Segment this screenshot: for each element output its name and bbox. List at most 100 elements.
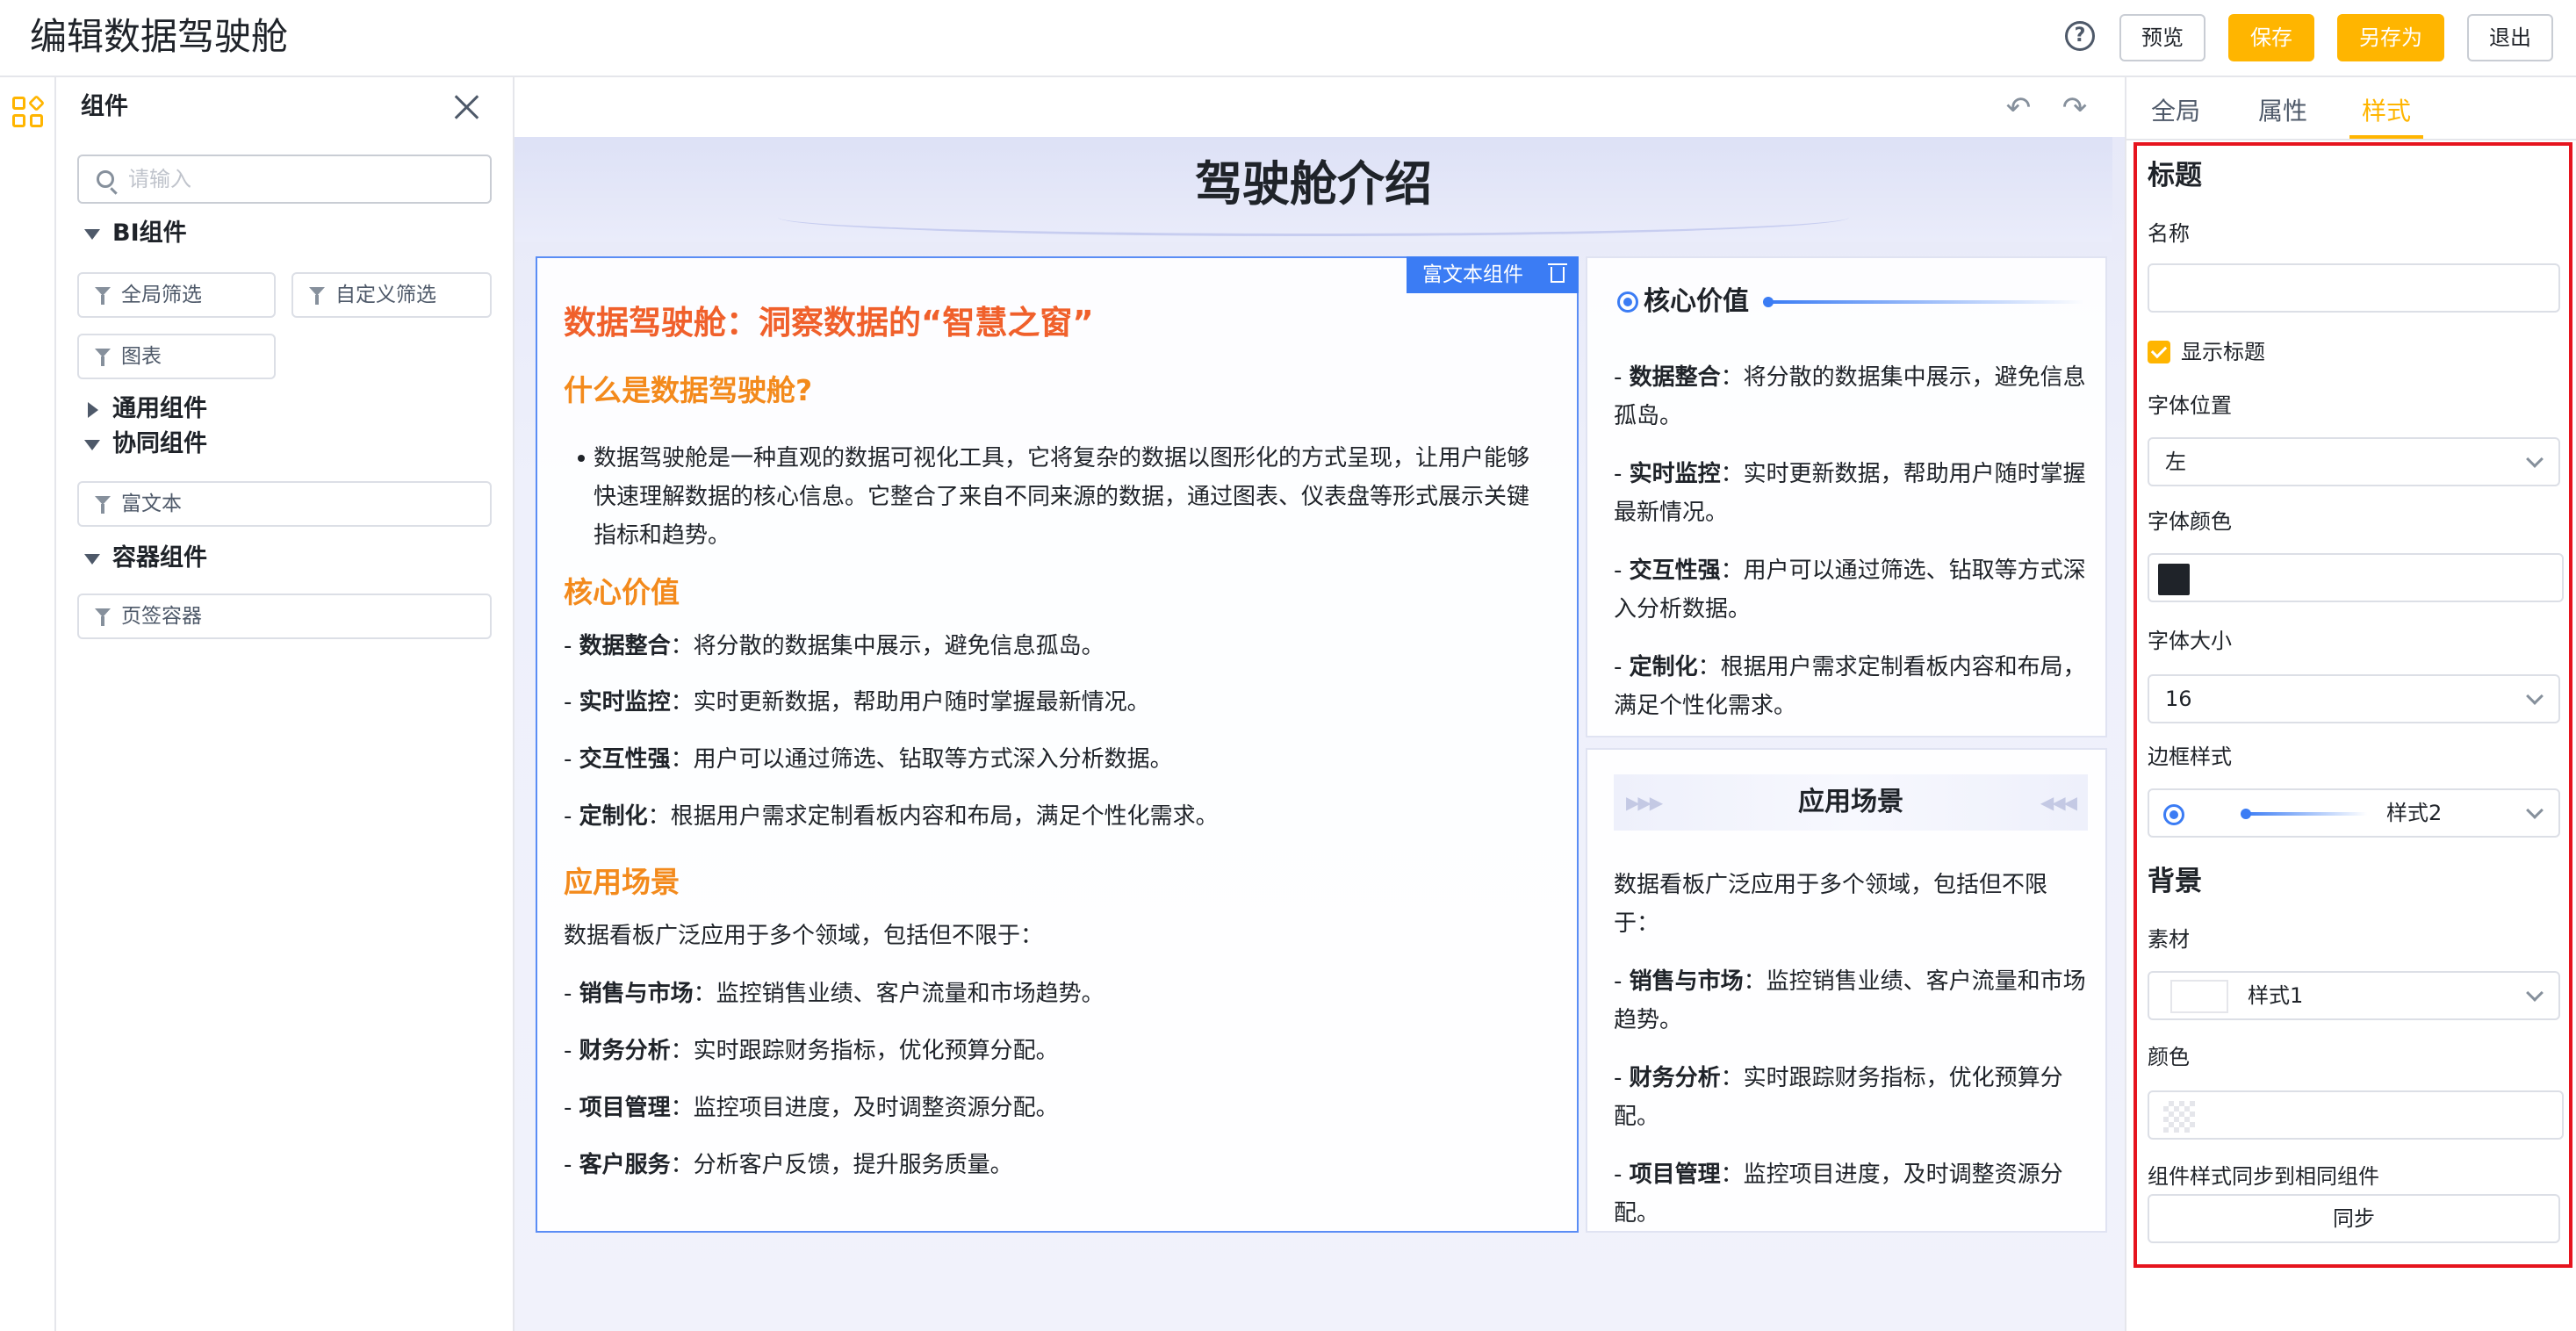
material-preview [2170,980,2228,1013]
rich-bullet: 数据驾驶舱是一种直观的数据可视化工具，它将复杂的数据以图形化的方式呈现，让用户能… [578,439,1542,555]
rich-value-item: - 定制化：根据用户需求定制看板内容和布局，满足个性化需求。 [564,803,1219,830]
rich-scene-item: - 项目管理：监控项目进度，及时调整资源分配。 [564,1095,1059,1121]
section-title-heading: 标题 [2148,160,2202,191]
help-icon[interactable]: ? [2065,21,2095,51]
transparent-swatch [2163,1101,2195,1133]
group-collab[interactable]: 协同组件 [84,428,207,460]
rich-scene-intro: 数据看板广泛应用于多个领域，包括但不限于： [564,923,1044,949]
active-tab-indicator [2349,135,2423,139]
color-label: 颜色 [2148,1045,2190,1069]
scene-card[interactable]: ▶▶▶ 应用场景 ◀◀◀ 数据看板广泛应用于多个领域，包括但不限于： - 销售与… [1586,748,2107,1233]
dashboard-canvas[interactable]: 驾驶舱介绍 富文本组件 数据驾驶舱：洞察数据的“智慧之窗” 什么是数据驾驶舱? … [514,137,2125,1331]
group-general[interactable]: 通用组件 [84,393,207,425]
card-title-bar: ▶▶▶ 应用场景 ◀◀◀ [1614,774,2088,831]
properties-panel: 全局 属性 样式 标题 名称 显示标题 字体位置 左 字体颜色 字体大小 16 … [2125,77,2576,1331]
editor-canvas-area: ↶ ↷ 驾驶舱介绍 富文本组件 数据驾驶舱：洞察数据的“智慧之窗” 什么是数据驾… [514,77,2125,1331]
preview-button[interactable]: 预览 [2119,14,2205,61]
material-label: 素材 [2148,927,2190,952]
tab-divider [2126,139,2576,140]
border-style-label: 边框样式 [2148,745,2232,769]
undo-icon[interactable]: ↶ [2004,93,2033,123]
group-container[interactable]: 容器组件 [84,543,207,574]
filter-icon [95,287,111,305]
filter-icon [95,608,111,626]
font-size-select[interactable]: 16 [2148,674,2560,723]
card-item: - 交互性强：用户可以通过筛选、钻取等方式深入分析数据。 [1614,558,2086,622]
exit-button[interactable]: 退出 [2467,14,2553,61]
font-position-label: 字体位置 [2148,393,2232,418]
rich-subheading-value: 核心价值 [564,575,680,609]
material-select[interactable]: 样式1 [2148,971,2560,1020]
card-item: - 定制化：根据用户需求定制看板内容和布局，满足个性化需求。 [1614,654,2086,719]
component-custom-filter[interactable]: 自定义筛选 [291,272,492,318]
card-title: 应用场景 [1798,787,1903,817]
caret-down-icon [84,439,100,450]
rich-value-item: - 数据整合：将分散的数据集中展示，避免信息孤岛。 [564,633,1105,659]
app-title: 编辑数据驾驶舱 [30,15,289,58]
rich-scene-item: - 销售与市场：监控销售业绩、客户流量和市场趋势。 [564,981,1105,1007]
card-item: - 数据整合：将分散的数据集中展示，避免信息孤岛。 [1614,364,2086,429]
component-chart[interactable]: 图表 [77,334,276,379]
rich-subheading-what: 什么是数据驾驶舱? [564,373,813,407]
rich-value-item: - 实时监控：实时更新数据，帮助用户随时掌握最新情况。 [564,689,1150,716]
chevron-down-icon [2526,802,2544,819]
sync-label: 组件样式同步到相同组件 [2148,1164,2379,1189]
trash-icon[interactable] [1548,263,1567,283]
rich-value-item: - 交互性强：用户可以通过筛选、钻取等方式深入分析数据。 [564,746,1173,773]
background-color-picker[interactable] [2148,1090,2564,1140]
caret-down-icon [84,228,100,240]
section-background-heading: 背景 [2148,866,2202,897]
save-button[interactable]: 保存 [2228,14,2314,61]
font-size-label: 字体大小 [2148,629,2232,653]
show-title-label: 显示标题 [2181,340,2265,364]
color-swatch [2158,564,2190,595]
card-item: - 销售与市场：监控销售业绩、客户流量和市场趋势。 [1614,968,2086,1033]
tab-attributes[interactable]: 属性 [2258,90,2307,133]
rich-scene-item: - 财务分析：实时跟踪财务指标，优化预算分配。 [564,1038,1059,1064]
canvas-title: 驾驶舱介绍 [1195,156,1432,212]
component-tab-container[interactable]: 页签容器 [77,594,492,639]
name-field[interactable] [2148,263,2560,313]
font-position-select[interactable]: 左 [2148,437,2560,486]
font-color-label: 字体颜色 [2148,509,2232,534]
left-rail [0,77,56,1331]
sync-button[interactable]: 同步 [2148,1194,2560,1243]
card-title: 核心价值 [1644,286,1749,317]
group-bi[interactable]: BI组件 [84,218,187,249]
panel-title: 组件 [81,93,128,120]
show-title-checkbox[interactable] [2148,341,2170,363]
chevron-down-icon [2526,687,2544,705]
border-style-select[interactable]: 样式2 [2148,788,2560,838]
arrow-left-decoration-icon: ◀◀◀ [2040,792,2077,813]
tab-global[interactable]: 全局 [2151,90,2200,133]
caret-right-icon [88,401,98,418]
tab-style[interactable]: 样式 [2362,90,2411,133]
canvas-header: 驾驶舱介绍 [514,137,2112,242]
rich-subheading-scene: 应用场景 [564,865,680,899]
search-input[interactable] [128,165,479,193]
font-color-picker[interactable] [2148,553,2564,602]
rich-heading: 数据驾驶舱：洞察数据的“智慧之窗” [564,304,1094,342]
rich-text-tag[interactable]: 富文本组件 [1407,256,1579,293]
card-item: - 实时监控：实时更新数据，帮助用户随时掌握最新情况。 [1614,461,2086,526]
components-panel: 组件 BI组件 全局筛选 自定义筛选 图表 通用组件 协同组件 富文本 容器组件… [56,77,514,1331]
save-as-button[interactable]: 另存为 [2337,14,2444,61]
component-rich-text[interactable]: 富文本 [77,481,492,527]
chevron-down-icon [2526,984,2544,1002]
border-preview-line [2241,809,2367,819]
filter-icon [95,496,111,514]
redo-icon[interactable]: ↷ [2060,93,2090,123]
name-label: 名称 [2148,221,2190,246]
card-intro: 数据看板广泛应用于多个领域，包括但不限于： [1614,872,2048,937]
card-item: - 财务分析：实时跟踪财务指标，优化预算分配。 [1614,1065,2063,1130]
rich-text-component[interactable]: 富文本组件 数据驾驶舱：洞察数据的“智慧之窗” 什么是数据驾驶舱? 数据驾驶舱是… [536,256,1579,1233]
component-global-filter[interactable]: 全局筛选 [77,272,276,318]
search-box[interactable] [77,155,492,204]
components-grid-icon[interactable] [12,94,46,128]
top-bar: 编辑数据驾驶舱 ? 预览 保存 另存为 退出 [0,0,2576,77]
filter-icon [95,349,111,366]
core-value-card[interactable]: 核心价值 - 数据整合：将分散的数据集中展示，避免信息孤岛。 - 实时监控：实时… [1586,256,2107,737]
close-icon[interactable] [451,91,483,123]
filter-icon [309,287,325,305]
caret-down-icon [84,553,100,565]
